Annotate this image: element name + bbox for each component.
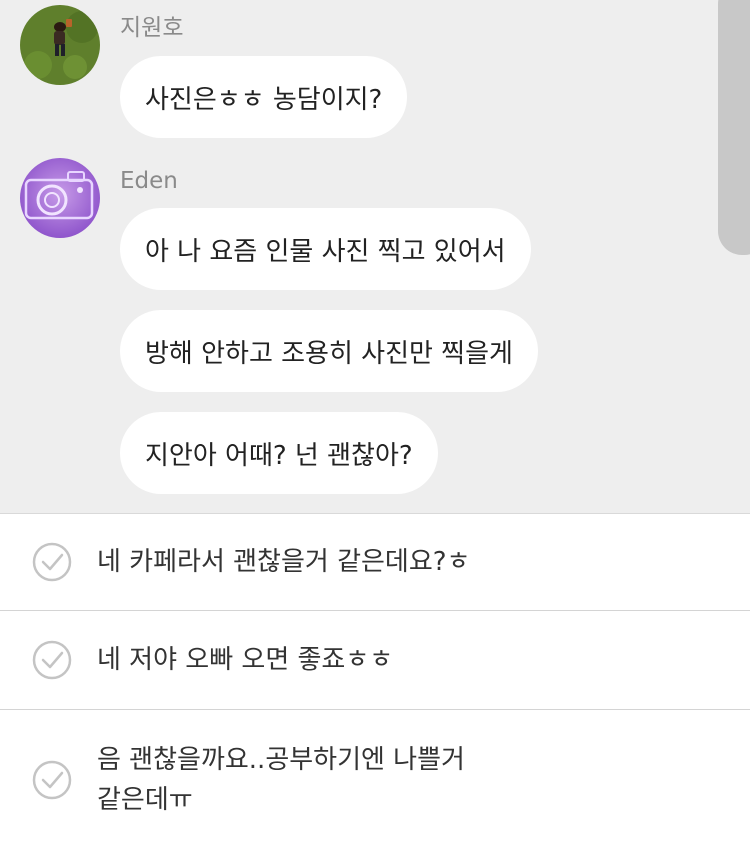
- reply-option-text: 음 괜찮을까요..공부하기엔 나쁠거 같은데ㅠ: [97, 745, 465, 815]
- message-bubble[interactable]: 지안아 어때? 넌 괜찮아?: [120, 412, 438, 494]
- reply-option-text: 네 카페라서 괜찮을거 같은데요?ㅎ: [97, 547, 471, 577]
- check-circle-icon: [32, 542, 72, 582]
- message-bubble[interactable]: 사진은ㅎㅎ 농담이지?: [120, 56, 408, 138]
- check-circle-icon: [32, 760, 72, 800]
- check-circle-icon: [32, 640, 72, 680]
- reply-option[interactable]: 네 카페라서 괜찮을거 같은데요?ㅎ: [0, 514, 750, 611]
- sender-name: 지원호: [120, 15, 184, 41]
- message-bubble[interactable]: 아 나 요즘 인물 사진 찍고 있어서: [120, 208, 531, 290]
- reply-option[interactable]: 음 괜찮을까요..공부하기엔 나쁠거 같은데ㅠ: [0, 710, 750, 842]
- reply-option-text: 네 저야 오빠 오면 좋죠ㅎㅎ: [97, 645, 394, 675]
- grass-photo-avatar-icon[interactable]: [20, 5, 100, 85]
- reply-option[interactable]: 네 저야 오빠 오면 좋죠ㅎㅎ: [0, 611, 750, 710]
- reply-options-panel: 네 카페라서 괜찮을거 같은데요?ㅎ 네 저야 오빠 오면 좋죠ㅎㅎ 음 괜찮을…: [0, 513, 750, 842]
- sender-name: Eden: [120, 168, 178, 194]
- scrollbar-thumb[interactable]: [718, 0, 750, 255]
- chat-message-list[interactable]: 지원호 사진은ㅎㅎ 농담이지? Eden 아 나 요즘 인물 사진 찍고 있어서…: [0, 0, 750, 513]
- message-bubble[interactable]: 방해 안하고 조용히 사진만 찍을게: [120, 310, 538, 392]
- camera-photo-avatar-icon[interactable]: [20, 158, 100, 238]
- chat-screen: 지원호 사진은ㅎㅎ 농담이지? Eden 아 나 요즘 인물 사진 찍고 있어서…: [0, 0, 750, 842]
